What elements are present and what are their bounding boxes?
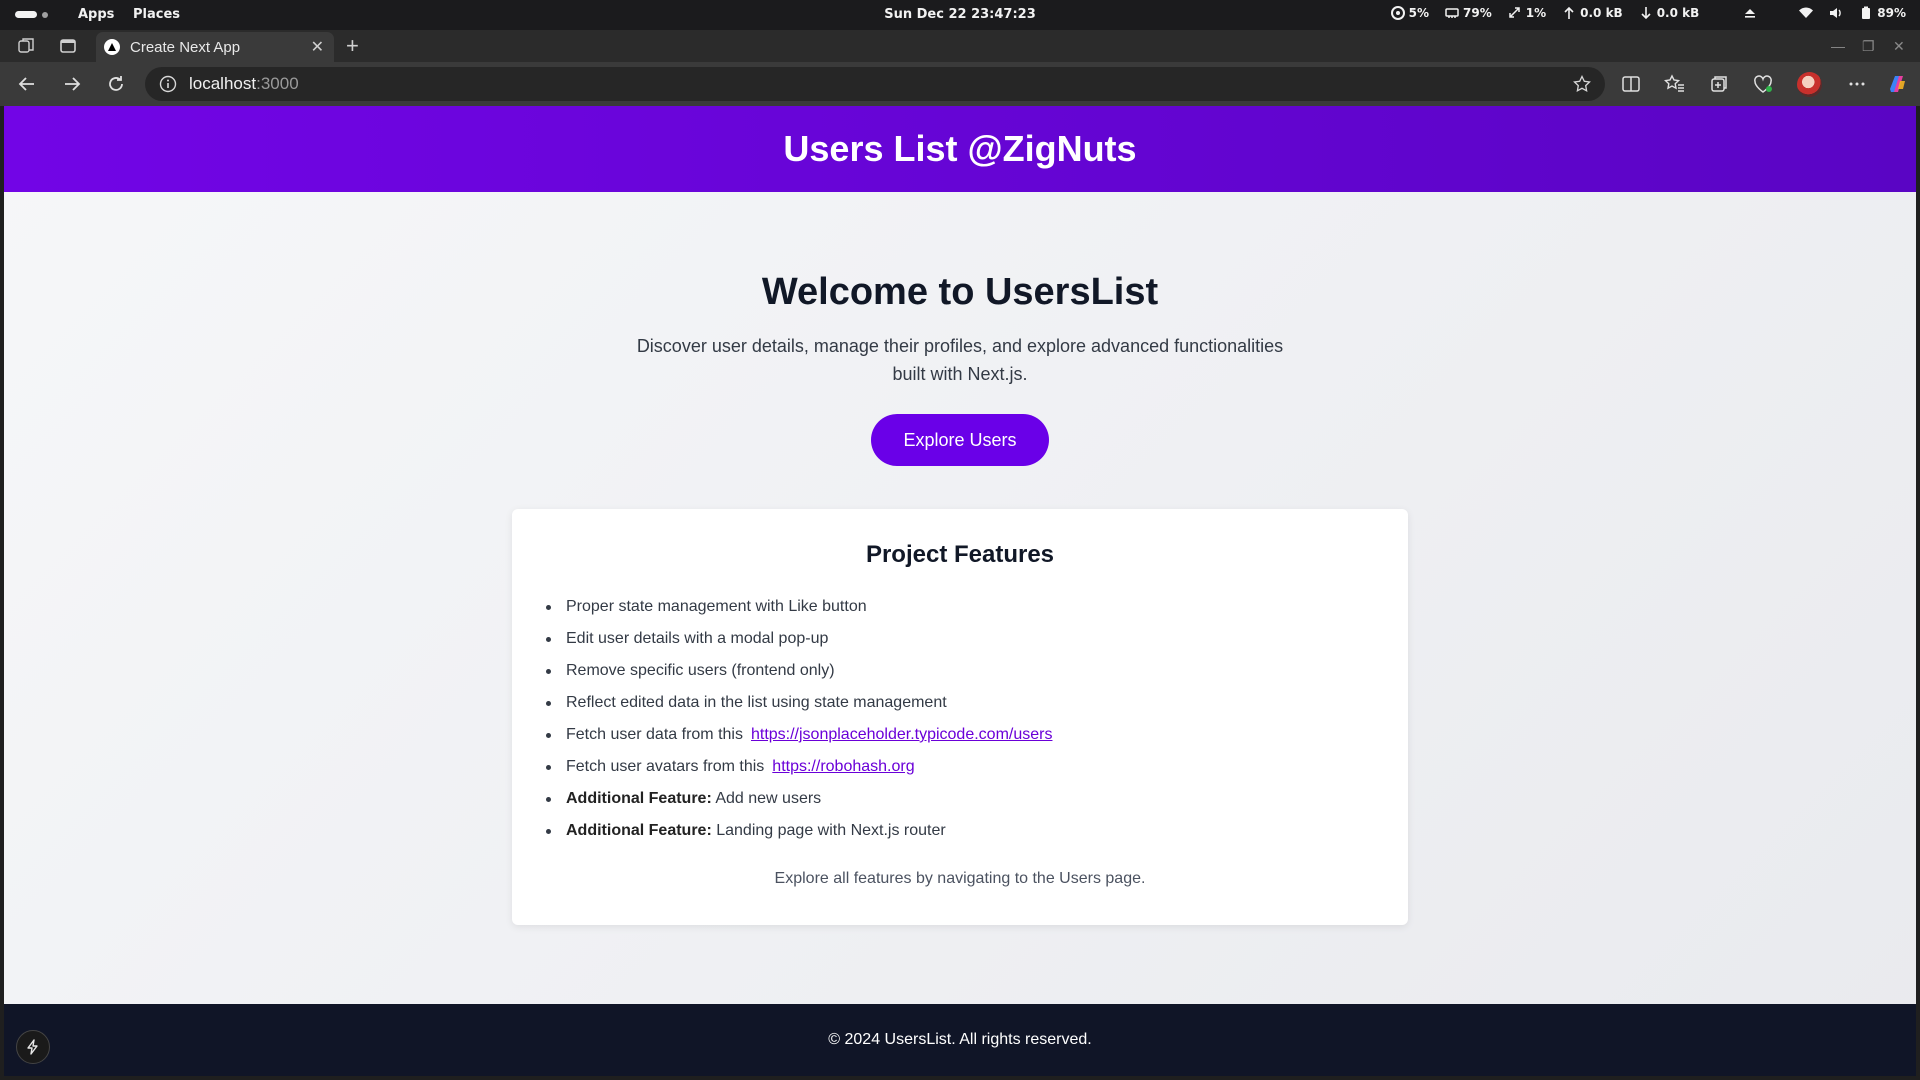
volume-indicator[interactable] [1829, 6, 1843, 20]
swap-icon [1509, 7, 1520, 18]
download-indicator[interactable]: 0.0 kB [1639, 6, 1699, 20]
favorite-star-icon[interactable] [1573, 75, 1591, 93]
site-header: Users List @ZigNuts [4, 106, 1916, 192]
browser-essentials-icon[interactable] [1752, 73, 1774, 95]
feature-prefix: Additional Feature: [566, 822, 712, 839]
tab-actions-icon[interactable] [58, 36, 78, 56]
download-icon [1641, 7, 1651, 20]
nextjs-favicon-icon [104, 39, 120, 55]
features-title: Project Features [865, 541, 1055, 568]
project-features-card: Project Features Proper state management… [512, 509, 1408, 925]
minimize-window-button[interactable]: — [1831, 38, 1845, 54]
close-window-button[interactable]: ✕ [1893, 38, 1905, 55]
system-top-bar: Apps Places Sun Dec 22 23:47:23 5% 79% 1… [0, 0, 1920, 30]
list-item: Reflect edited data in the list using st… [546, 687, 1408, 719]
restore-window-button[interactable]: ❐ [1862, 38, 1875, 55]
robohash-link[interactable]: https://robohash.org [772, 758, 914, 775]
features-list: Proper state management with Like button… [546, 591, 1408, 847]
browser-tab-bar: Create Next App ✕ + — ❐ ✕ [0, 30, 1920, 62]
apps-menu[interactable]: Apps [78, 7, 114, 22]
back-icon[interactable] [16, 73, 38, 95]
address-bar[interactable]: localhost:3000 [145, 67, 1605, 101]
features-note: Explore all features by navigating to th… [774, 870, 1146, 887]
tab-create-next-app[interactable]: Create Next App ✕ [96, 32, 334, 62]
cpu-icon [1390, 6, 1405, 20]
upload-indicator[interactable]: 0.0 kB [1562, 6, 1623, 20]
copyright-text: © 2024 UsersList. All rights reserved. [828, 1031, 1092, 1048]
url-host: localhost [189, 74, 257, 93]
places-menu[interactable]: Places [133, 7, 180, 22]
memory-icon [1445, 8, 1459, 18]
system-tray: 5% 79% 1% 0.0 kB 0.0 kB 89% [1390, 6, 1906, 20]
eject-indicator[interactable] [1743, 6, 1757, 20]
new-tab-button[interactable]: + [346, 33, 359, 59]
favorites-icon[interactable] [1664, 73, 1686, 95]
workspaces-icon[interactable] [16, 36, 36, 56]
profile-avatar[interactable] [1797, 72, 1822, 97]
copilot-icon[interactable] [1886, 73, 1908, 95]
split-screen-icon[interactable] [1620, 73, 1642, 95]
workspace-indicator [42, 11, 48, 18]
site-info-icon[interactable] [159, 75, 177, 93]
cpu-indicator[interactable]: 5% [1390, 6, 1429, 20]
tab-title: Create Next App [130, 38, 241, 56]
hero-section: Welcome to UsersList Discover user detai… [4, 271, 1916, 466]
page-viewport: Users List @ZigNuts Welcome to UsersList… [4, 106, 1916, 1076]
nextjs-dev-indicator[interactable] [16, 1030, 50, 1064]
memory-indicator[interactable]: 79% [1445, 6, 1492, 20]
volume-icon [1830, 8, 1842, 18]
swap-indicator[interactable]: 1% [1508, 6, 1546, 20]
tab-close-icon[interactable]: ✕ [311, 37, 324, 57]
list-item: Fetch user data from this https://jsonpla… [546, 719, 1408, 751]
browser-nav-bar: localhost:3000 [0, 62, 1920, 106]
upload-icon [1564, 6, 1574, 19]
list-item: Additional Feature: Add new users [546, 783, 1408, 815]
url-port: :3000 [256, 74, 299, 93]
workspace-active-indicator [15, 11, 37, 18]
clock[interactable]: Sun Dec 22 23:47:23 [884, 7, 1036, 22]
list-item: Remove specific users (frontend only) [546, 655, 1408, 687]
activities-button[interactable] [15, 11, 48, 18]
battery-indicator[interactable]: 89% [1859, 6, 1906, 20]
list-item: Edit user details with a modal pop-up [546, 623, 1408, 655]
list-item: Additional Feature: Landing page with Ne… [546, 815, 1408, 847]
list-item: Proper state management with Like button [546, 591, 1408, 623]
wifi-indicator[interactable] [1799, 6, 1814, 20]
reload-icon[interactable] [105, 73, 127, 95]
eject-icon [1745, 9, 1756, 18]
explore-users-button[interactable]: Explore Users [871, 414, 1049, 466]
more-options-icon[interactable] [1846, 73, 1868, 95]
list-item: Fetch user avatars from this https://robo… [546, 751, 1408, 783]
feature-prefix: Additional Feature: [566, 790, 712, 807]
forward-icon[interactable] [61, 73, 83, 95]
lightning-icon [27, 1039, 38, 1055]
hero-description: Discover user details, manage their prof… [636, 336, 1284, 384]
site-title: Users List @ZigNuts [783, 128, 1137, 169]
hero-title: Welcome to UsersList [761, 271, 1159, 313]
site-footer: © 2024 UsersList. All rights reserved. [4, 1004, 1916, 1076]
collections-icon[interactable] [1708, 73, 1730, 95]
jsonplaceholder-link[interactable]: https://jsonplaceholder.typicode.com/use… [751, 726, 1053, 743]
wifi-icon [1799, 7, 1814, 18]
battery-icon [1862, 6, 1871, 19]
